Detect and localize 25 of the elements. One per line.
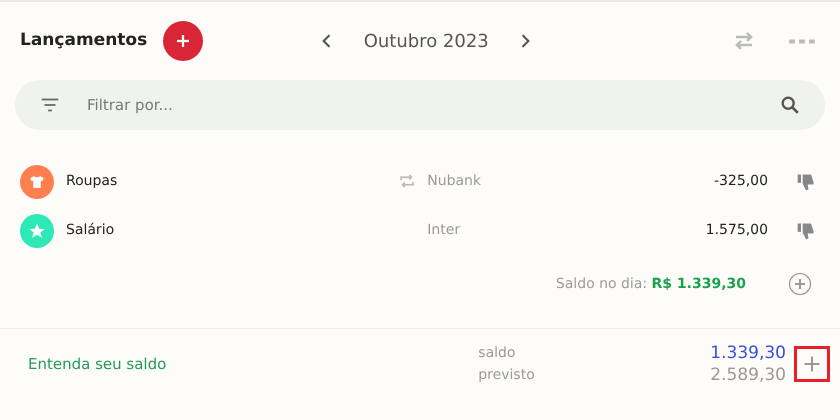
forecast-label: previsto: [478, 366, 535, 385]
plus-icon: [802, 354, 822, 374]
thumbs-down-icon: [796, 220, 816, 240]
balance-value: 1.339,30: [710, 342, 786, 364]
balance-label: saldo: [478, 344, 516, 363]
forecast-value: 2.589,30: [710, 364, 786, 386]
transaction-row[interactable]: Salário Inter 1.575,00: [0, 206, 840, 255]
amount: 1.575,00: [704, 221, 768, 240]
more-icon: [788, 38, 816, 44]
page-title: Lançamentos: [20, 29, 148, 52]
transaction-row[interactable]: Roupas Nubank -325,00: [0, 157, 840, 206]
category-name: Salário: [66, 221, 116, 240]
day-balance-text: Saldo no dia: R$ 1.339,30: [556, 274, 746, 294]
amount: -325,00: [712, 172, 768, 191]
thumbs-down-icon: [796, 172, 816, 192]
account-name: Inter: [427, 221, 462, 240]
add-button[interactable]: [163, 21, 204, 61]
search-icon[interactable]: [779, 94, 801, 116]
category-name: Roupas: [66, 172, 118, 191]
filter-bar[interactable]: Filtrar por...: [15, 80, 825, 130]
filter-input[interactable]: Filtrar por...: [85, 92, 763, 118]
month-label: Outubro 2023: [362, 30, 490, 54]
account-name: Nubank: [427, 172, 482, 191]
circle-plus-icon: [788, 272, 812, 296]
add-button[interactable]: [794, 346, 830, 382]
